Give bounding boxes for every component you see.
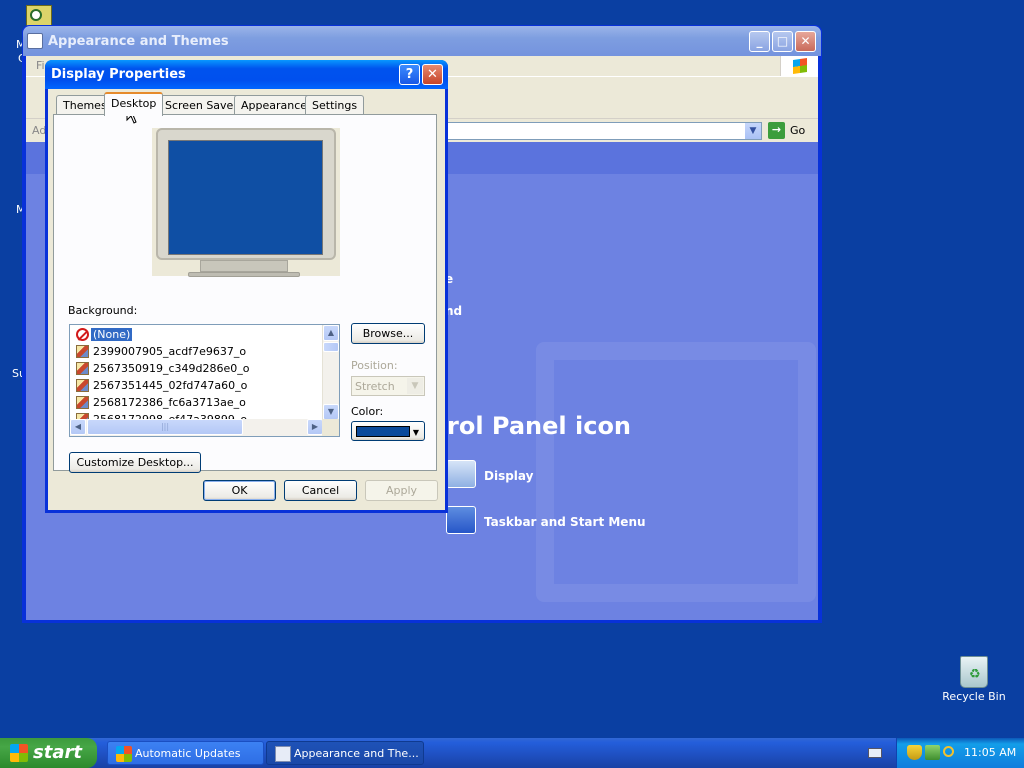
monitor-base	[188, 272, 300, 277]
go-arrow-icon: →	[768, 122, 785, 139]
position-value: Stretch	[355, 380, 395, 393]
taskbar: start Automatic Updates Appearance and T…	[0, 738, 1024, 768]
scroll-thumb-horizontal[interactable]: |||	[87, 419, 243, 435]
image-file-icon	[76, 379, 89, 392]
control-panel-icon	[27, 33, 43, 49]
browse-button[interactable]: Browse...	[351, 323, 425, 344]
dialog-body: Themes Desktop Screen Saver Appearance S…	[48, 89, 445, 510]
maximize-button[interactable]: □	[772, 31, 793, 52]
go-label: Go	[790, 124, 806, 137]
menu-file[interactable]: Fi	[36, 59, 45, 72]
display-task-icon	[446, 460, 476, 488]
network-icon[interactable]	[925, 745, 940, 760]
scrollbar-corner	[322, 419, 339, 436]
position-label: Position:	[351, 359, 398, 372]
apply-button[interactable]: Apply	[365, 480, 438, 501]
chevron-down-icon: ▼	[407, 378, 423, 394]
control-panel-icon	[275, 746, 291, 762]
windows-logo-icon	[780, 56, 818, 76]
security-shield-icon[interactable]	[907, 745, 922, 760]
recycle-bin[interactable]: ♻ Recycle Bin	[940, 656, 1008, 703]
chevron-down-icon: ▼	[412, 428, 419, 437]
monitor-stand	[200, 260, 288, 272]
none-icon	[76, 328, 89, 341]
clock: 11:05 AM	[964, 746, 1017, 759]
image-file-icon	[76, 396, 89, 409]
scroll-thumb-vertical[interactable]	[323, 342, 339, 352]
start-label: start	[33, 742, 82, 763]
list-item[interactable]: 2568172386_fc6a3713ae_o	[74, 395, 324, 412]
list-item[interactable]: 2399007905_acdf7e9637_o	[74, 344, 324, 361]
color-label: Color:	[351, 405, 384, 418]
tab-settings[interactable]: Settings	[305, 95, 365, 115]
desktop-tab-panel: Background: (None) 2399007905_acdf7e9637…	[53, 114, 437, 473]
image-file-icon	[76, 345, 89, 358]
background-listbox[interactable]: (None) 2399007905_acdf7e9637_o 256735091…	[69, 324, 340, 437]
search-icon[interactable]	[943, 746, 954, 757]
dialog-close-button[interactable]: ✕	[422, 64, 443, 85]
watermark-icon	[536, 342, 816, 602]
address-input[interactable]: ▼	[436, 122, 762, 140]
start-button[interactable]: start	[0, 738, 97, 768]
recycle-bin-label: Recycle Bin	[942, 690, 1006, 703]
task-display[interactable]: Display	[484, 469, 533, 483]
position-select[interactable]: Stretch ▼	[351, 376, 425, 396]
monitor-preview-screen	[168, 140, 323, 255]
image-file-icon	[76, 362, 89, 375]
minimize-button[interactable]: _	[749, 31, 770, 52]
task-taskbar-start-menu[interactable]: Taskbar and Start Menu	[484, 515, 646, 529]
system-tray: 11:05 AM	[896, 738, 1024, 768]
color-swatch	[356, 426, 410, 437]
main-title-bar[interactable]: Appearance and Themes _ □ ✕	[23, 26, 821, 56]
tab-screen-saver[interactable]: Screen Saver	[158, 95, 245, 115]
cancel-button[interactable]: Cancel	[284, 480, 357, 501]
scroll-up-icon[interactable]: ▲	[323, 325, 339, 341]
windows-flag-icon	[10, 744, 28, 762]
background-label: Background:	[68, 304, 138, 317]
chevron-down-icon[interactable]: ▼	[745, 123, 761, 139]
vertical-scrollbar[interactable]: ▲ ▼	[322, 325, 339, 421]
pick-control-panel-icon-heading: rol Panel icon	[447, 412, 632, 440]
monitor-preview	[152, 128, 340, 277]
scroll-right-icon[interactable]: ▶	[307, 419, 323, 435]
ok-button[interactable]: OK	[203, 480, 276, 501]
monitor-bezel	[156, 128, 336, 260]
taskbar-button-automatic-updates[interactable]: Automatic Updates	[107, 741, 264, 765]
tab-appearance[interactable]: Appearance	[234, 95, 315, 115]
list-item[interactable]: 2567350919_c349d286e0_o	[74, 361, 324, 378]
dialog-title: Display Properties	[51, 67, 186, 82]
scroll-left-icon[interactable]: ◀	[70, 419, 86, 435]
taskbar-button-appearance-themes[interactable]: Appearance and The...	[266, 741, 424, 765]
dialog-title-bar[interactable]: Display Properties ? ✕	[45, 60, 448, 89]
recycle-bin-icon: ♻	[960, 656, 988, 688]
go-button[interactable]: → Go	[766, 122, 816, 140]
main-window-title: Appearance and Themes	[48, 34, 229, 49]
taskbar-task-icon	[446, 506, 476, 534]
windows-update-icon	[116, 746, 132, 762]
customize-desktop-button[interactable]: Customize Desktop...	[69, 452, 201, 473]
scroll-down-icon[interactable]: ▼	[323, 404, 339, 420]
list-item[interactable]: 2567351445_02fd747a60_o	[74, 378, 324, 395]
display-properties-dialog: Display Properties ? ✕ Themes Desktop Sc…	[45, 60, 448, 513]
tab-desktop[interactable]: Desktop	[104, 92, 164, 116]
list-item[interactable]: (None)	[74, 327, 324, 344]
help-button[interactable]: ?	[399, 64, 420, 85]
clock-icon	[30, 9, 42, 21]
horizontal-scrollbar[interactable]: ◀ ||| ▶	[70, 419, 324, 436]
keyboard-icon[interactable]	[868, 748, 882, 758]
color-picker-button[interactable]: ▼	[351, 421, 425, 441]
close-button[interactable]: ✕	[795, 31, 816, 52]
